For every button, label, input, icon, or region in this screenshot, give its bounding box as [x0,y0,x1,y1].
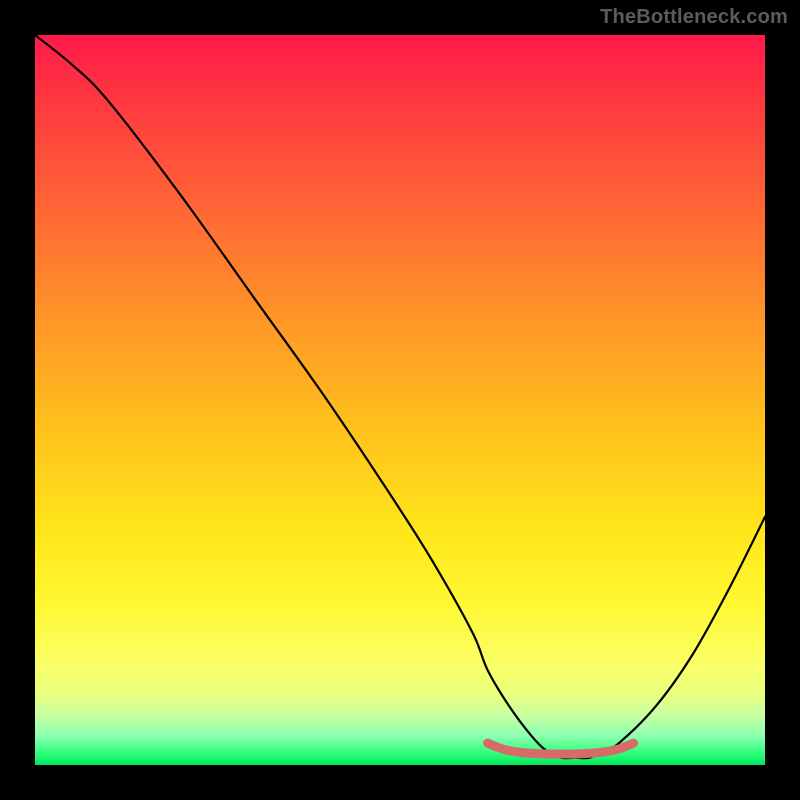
curve-layer [35,35,765,765]
plot-area [35,35,765,765]
sweet-spot-marker [488,743,634,754]
bottleneck-curve [35,35,765,758]
watermark-text: TheBottleneck.com [600,6,788,29]
chart-stage: TheBottleneck.com [0,0,800,800]
